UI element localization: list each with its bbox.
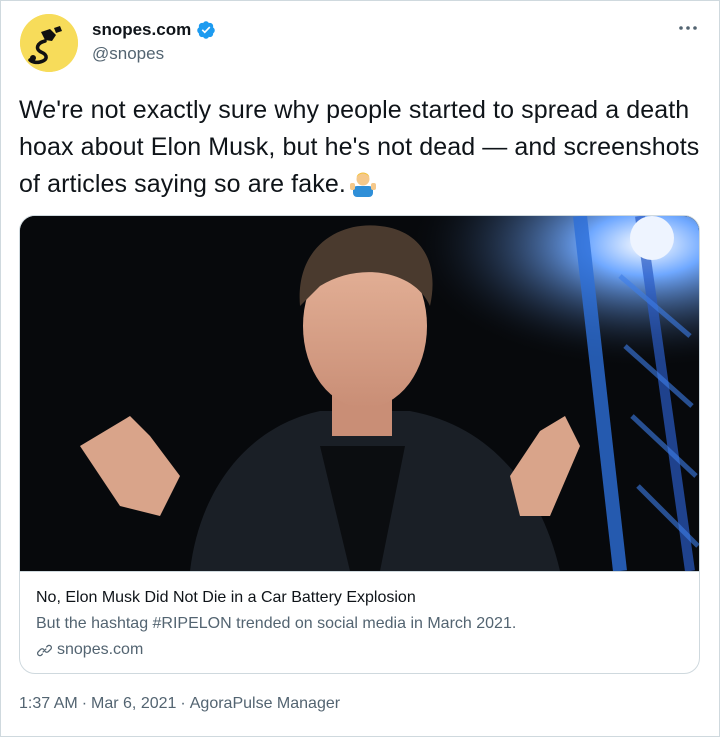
meta-separator: · — [81, 695, 88, 712]
author-avatar[interactable] — [20, 14, 78, 72]
author-display-name[interactable]: snopes.com — [92, 20, 191, 40]
card-body[interactable]: No, Elon Musk Did Not Die in a Car Batte… — [20, 571, 699, 673]
card-title[interactable]: No, Elon Musk Did Not Die in a Car Batte… — [36, 588, 699, 608]
more-horizontal-icon[interactable] — [676, 16, 700, 40]
meta-separator-2: · — [180, 695, 186, 712]
verified-badge-icon — [197, 21, 215, 39]
man-shrugging-emoji-icon — [349, 172, 376, 197]
card-image[interactable] — [20, 216, 699, 571]
snopes-logo-icon — [20, 14, 78, 72]
photo-icon — [20, 216, 699, 571]
tweet-text: We're not exactly sure why people starte… — [19, 92, 709, 203]
author-name-row[interactable]: snopes.com — [92, 20, 216, 40]
card-domain-row[interactable]: snopes.com — [36, 640, 699, 660]
card-description: But the hashtag #RIPELON trended on soci… — [36, 615, 517, 632]
link-icon — [37, 644, 52, 656]
tweet-time[interactable]: 1:37 AM — [19, 695, 78, 713]
tweet-source[interactable]: AgoraPulse Manager — [190, 695, 340, 713]
tweet-date[interactable]: Mar 6, 2021 — [91, 695, 176, 713]
card-domain[interactable]: snopes.com — [57, 640, 143, 660]
author-handle[interactable]: @snopes — [92, 44, 164, 64]
tweet-metadata: 1:37 AM · Mar 6, 2021 · AgoraPulse Manag… — [19, 695, 340, 713]
link-preview-card[interactable]: No, Elon Musk Did Not Die in a Car Batte… — [19, 215, 700, 674]
